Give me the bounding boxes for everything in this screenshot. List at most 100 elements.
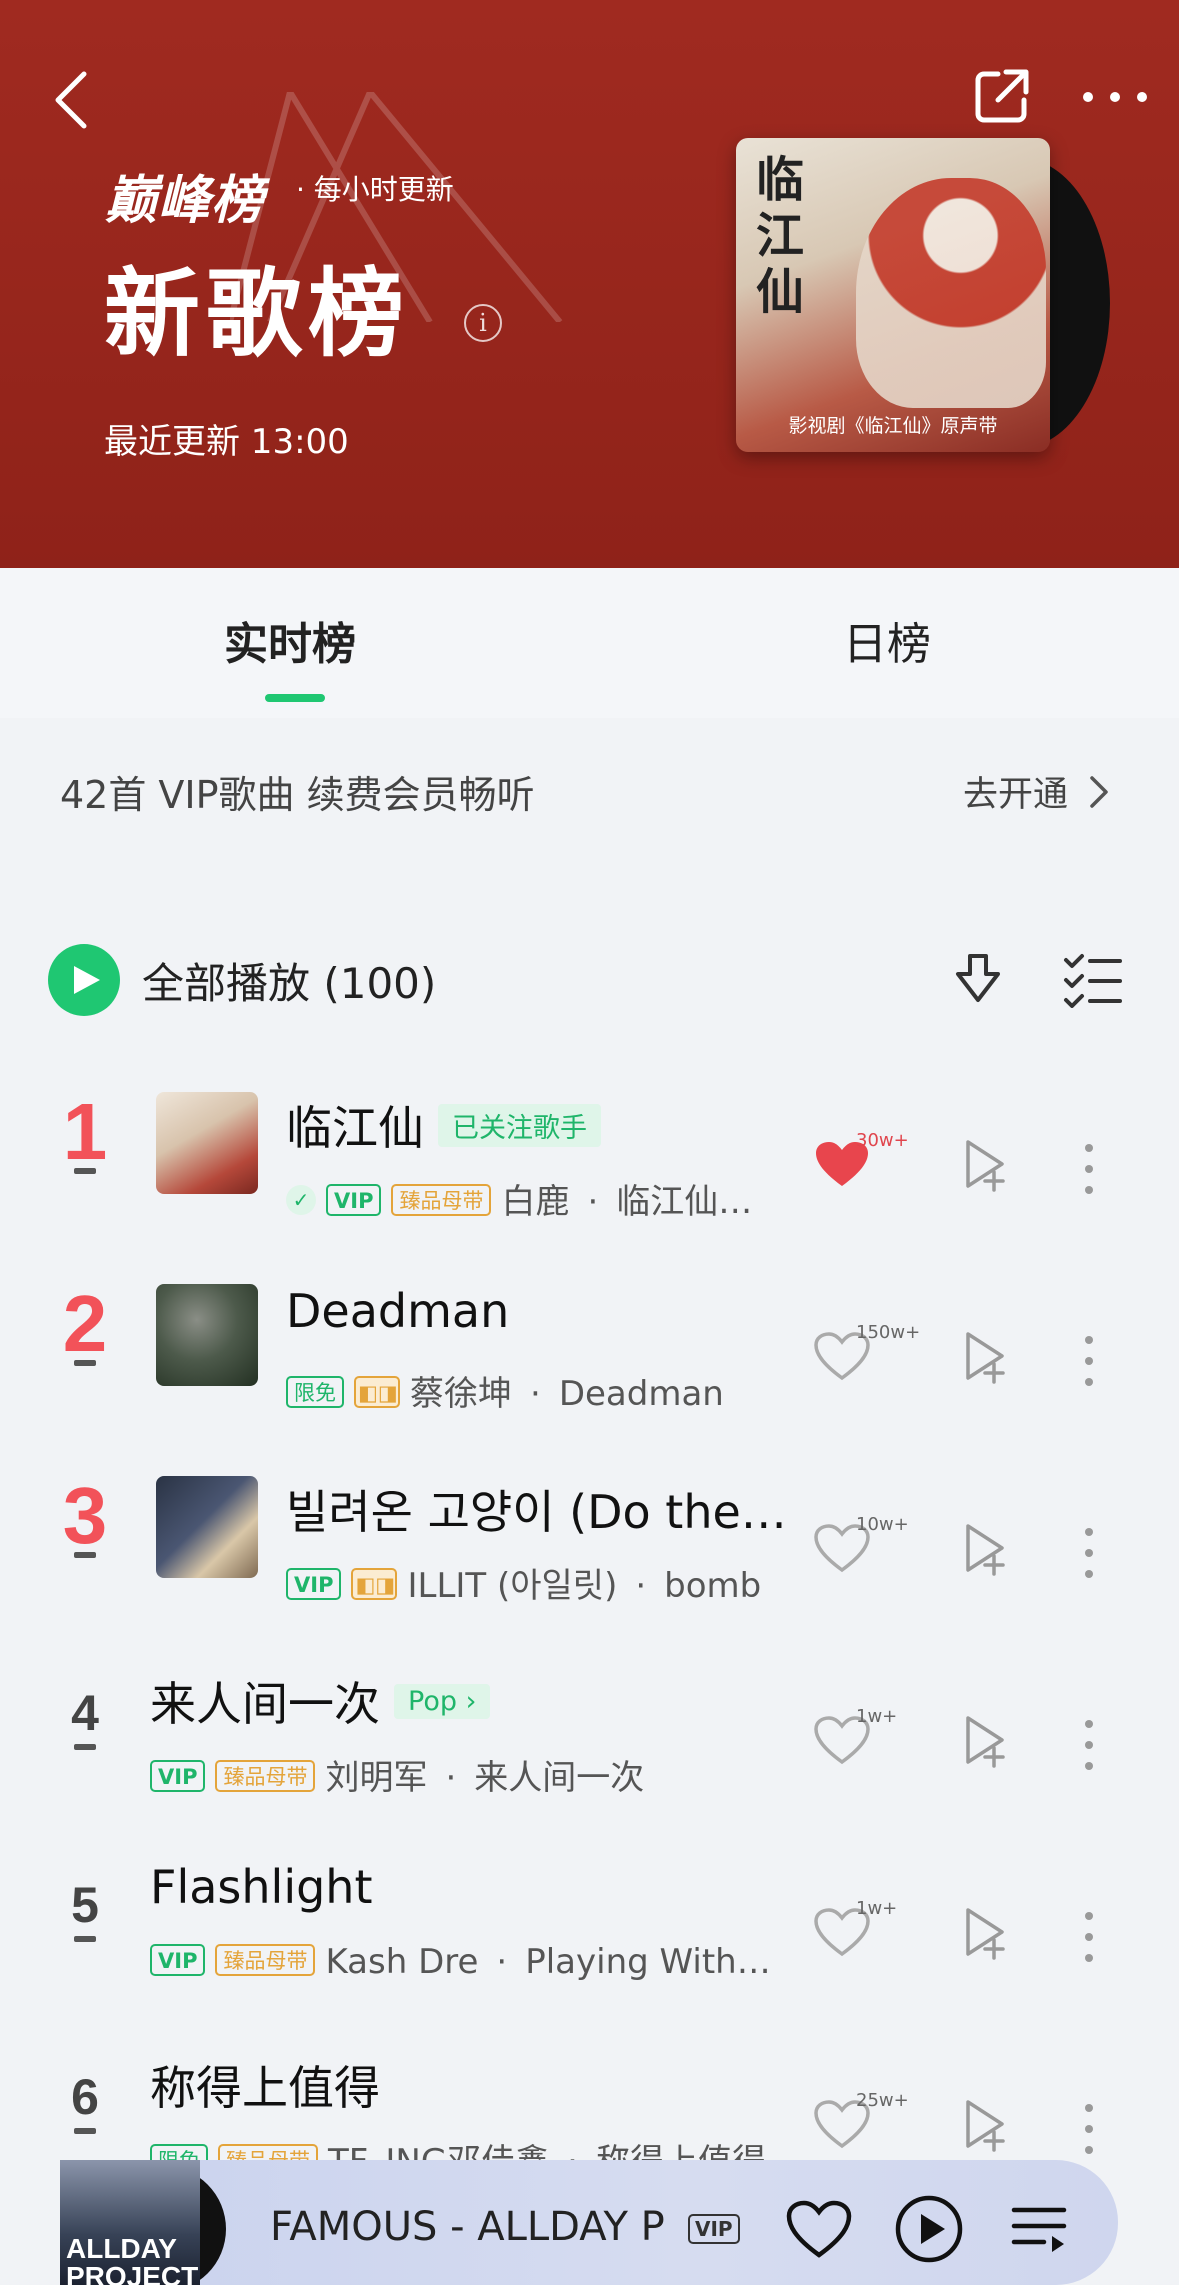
song-title: Deadman	[286, 1284, 510, 1338]
play-icon	[74, 966, 100, 994]
vip-open-link[interactable]: 去开通	[963, 766, 1068, 817]
more-options-icon[interactable]	[1082, 1334, 1096, 1388]
like-count: 150w+	[856, 1322, 921, 1343]
chevron-right-icon[interactable]	[1088, 774, 1110, 810]
more-options-icon[interactable]	[1082, 2102, 1096, 2156]
play-all-button[interactable]	[48, 944, 120, 1016]
more-icon[interactable]	[1080, 82, 1150, 112]
rank-number: 3	[62, 1471, 108, 1560]
dolby-badge: ◧◨	[354, 1375, 400, 1408]
more-options-icon[interactable]	[1082, 1910, 1096, 1964]
tab-daily[interactable]: 日榜	[843, 608, 931, 672]
master-quality-badge: 臻品母带	[391, 1183, 492, 1216]
share-icon[interactable]	[972, 66, 1032, 126]
mini-player-artwork[interactable]: ALLDAY PROJECT	[60, 2160, 200, 2285]
cover-title: 临江仙	[756, 152, 805, 320]
artist-name: ILLIT (아일릿)	[407, 1566, 618, 1606]
album-name: 临江仙…	[616, 1182, 753, 1222]
rank-change-indicator	[74, 2128, 96, 2134]
song-title: 称得上值得	[150, 2061, 380, 2115]
genre-tag[interactable]: Pop ›	[394, 1684, 491, 1719]
cover-caption: 影视剧《临江仙》原声带	[788, 415, 998, 437]
rank-number: 1	[62, 1087, 108, 1176]
artist-name: 蔡徐坤	[410, 1374, 512, 1414]
song-meta: ✓ VIP 臻品母带 白鹿 · 临江仙…	[286, 1174, 752, 1223]
add-to-playlist-icon[interactable]	[960, 1906, 1010, 1960]
like-count: 1w+	[856, 1706, 898, 1727]
heart-outline-icon[interactable]	[786, 2200, 852, 2260]
more-options-icon[interactable]	[1082, 1526, 1096, 1580]
tab-realtime[interactable]: 实时榜	[224, 608, 356, 672]
song-title: 临江仙	[286, 1101, 424, 1155]
song-meta: 限免 ◧◨ 蔡徐坤 · Deadman	[286, 1366, 724, 1415]
song-title-row: 临江仙 已关注歌手	[286, 1092, 601, 1158]
song-title: 来人间一次	[150, 1677, 380, 1731]
update-frequency: · 每小时更新	[296, 173, 454, 206]
more-options-icon[interactable]	[1082, 1718, 1096, 1772]
play-pause-icon[interactable]	[894, 2194, 964, 2264]
album-name: bomb	[664, 1566, 762, 1606]
add-to-playlist-icon[interactable]	[960, 1714, 1010, 1768]
rank-number: 4	[71, 1685, 99, 1741]
like-count: 10w+	[856, 1514, 909, 1535]
chart-brand: 巅峰榜	[105, 171, 265, 231]
cover-figure	[856, 178, 1046, 408]
dolby-badge: ◧◨	[351, 1567, 398, 1600]
check-badge: ✓	[286, 1184, 316, 1215]
vip-badge: VIP	[150, 1943, 206, 1976]
like-count: 25w+	[856, 2090, 909, 2111]
song-title: Flashlight	[150, 1860, 373, 1914]
song-title: 빌려온 고양이 (Do the…	[286, 1485, 787, 1539]
song-row[interactable]: 2 Deadman 限免 ◧◨ 蔡徐坤 · Deadman 150w+	[0, 1248, 1179, 1440]
multi-select-icon[interactable]	[1062, 952, 1124, 1008]
song-thumbnail	[156, 1476, 258, 1578]
playlist-queue-icon[interactable]	[1010, 2204, 1068, 2256]
play-all-label[interactable]: 全部播放 (100)	[142, 950, 436, 1011]
song-row[interactable]: 1 临江仙 已关注歌手 ✓ VIP 臻品母带 白鹿 · 临江仙… 30w+	[0, 1056, 1179, 1248]
like-count: 30w+	[856, 1130, 909, 1151]
album-name: Deadman	[558, 1374, 724, 1414]
rank-number: 2	[62, 1279, 108, 1368]
master-quality-badge: 臻品母带	[215, 1943, 316, 1976]
now-playing-title[interactable]: FAMOUS - ALLDAY P	[270, 2204, 665, 2250]
rank-number: 5	[71, 1877, 99, 1933]
song-title-row: 来人间一次 Pop ›	[150, 1668, 491, 1734]
master-quality-badge: 臻品母带	[215, 1759, 316, 1792]
rank-change-indicator	[74, 1744, 96, 1750]
vip-badge: VIP	[150, 1759, 206, 1792]
chart-header: 巅峰榜 · 每小时更新 新歌榜 i 最近更新 13:00 临江仙 影视剧《临江仙…	[0, 0, 1179, 568]
chart-tabs: 实时榜 日榜	[0, 568, 1179, 718]
back-arrow-icon[interactable]	[50, 70, 94, 130]
rank-change-indicator	[74, 1360, 96, 1366]
song-thumbnail	[156, 1092, 258, 1194]
song-meta: VIP 臻品母带 刘明军 · 来人间一次	[150, 1750, 644, 1799]
song-row[interactable]: 4 来人间一次 Pop › VIP 臻品母带 刘明军 · 来人间一次 1w+	[0, 1632, 1179, 1824]
followed-artist-tag[interactable]: 已关注歌手	[438, 1104, 601, 1147]
song-meta: VIP 臻品母带 Kash Dre · Playing With…	[150, 1942, 771, 1982]
vip-badge: VIP	[688, 2214, 740, 2244]
page-title: 新歌榜	[104, 258, 410, 370]
rank-change-indicator	[74, 1936, 96, 1942]
vip-badge: VIP	[326, 1183, 382, 1216]
artwork-text: ALLDAY PROJECT	[66, 2233, 199, 2285]
add-to-playlist-icon[interactable]	[960, 1330, 1010, 1384]
add-to-playlist-icon[interactable]	[960, 1522, 1010, 1576]
last-updated: 最近更新 13:00	[104, 422, 349, 462]
chart-cover-art[interactable]: 临江仙 影视剧《临江仙》原声带	[736, 138, 1050, 452]
rank-number: 6	[71, 2069, 99, 2125]
info-icon[interactable]: i	[464, 304, 502, 342]
more-options-icon[interactable]	[1082, 1142, 1096, 1196]
vip-badge: VIP	[286, 1567, 342, 1600]
song-meta: VIP ◧◨ ILLIT (아일릿) · bomb	[286, 1558, 761, 1607]
free-limited-badge: 限免	[286, 1375, 344, 1408]
download-icon[interactable]	[948, 950, 1008, 1010]
song-row[interactable]: 3 빌려온 고양이 (Do the… VIP ◧◨ ILLIT (아일릿) · bomb…	[0, 1440, 1179, 1632]
add-to-playlist-icon[interactable]	[960, 2098, 1010, 2152]
vip-banner-text: 42首 VIP歌曲 续费会员畅听	[60, 773, 535, 817]
add-to-playlist-icon[interactable]	[960, 1138, 1010, 1192]
rank-change-indicator	[74, 1168, 96, 1174]
album-name: Playing With…	[525, 1942, 771, 1982]
song-row[interactable]: 5 Flashlight VIP 臻品母带 Kash Dre · Playing Wit…	[0, 1824, 1179, 2016]
album-name: 来人间一次	[474, 1758, 645, 1798]
artist-name: 白鹿	[501, 1182, 570, 1222]
